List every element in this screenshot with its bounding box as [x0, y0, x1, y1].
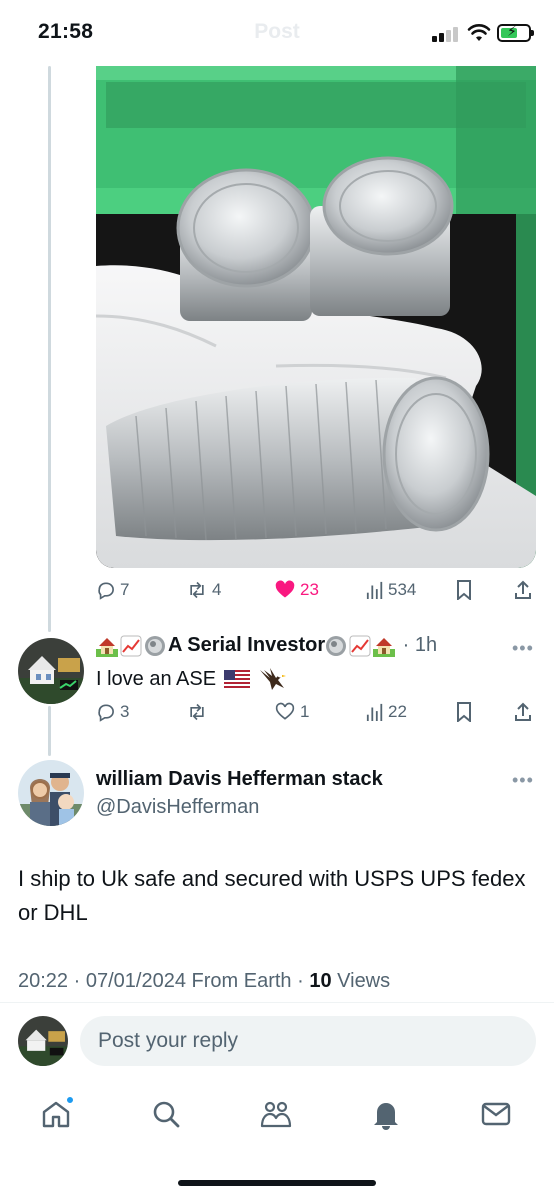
home-badge: [66, 1096, 74, 1104]
home-indicator: [178, 1180, 376, 1186]
like-count: 23: [300, 580, 319, 599]
reply-input[interactable]: [80, 1016, 536, 1066]
communities-icon: [260, 1101, 292, 1128]
reply-count: 3: [120, 702, 130, 721]
divider: [0, 1002, 554, 1003]
tab-home[interactable]: [36, 1094, 76, 1134]
views-icon: [366, 703, 383, 721]
separator-dot: ·: [397, 634, 415, 656]
tab-notifications[interactable]: [366, 1094, 406, 1134]
signal-icon: [432, 26, 460, 42]
share-button[interactable]: [514, 580, 532, 600]
battery-icon: ⚡: [497, 23, 534, 42]
bookmark-button[interactable]: [456, 580, 472, 600]
repost-icon: [190, 581, 204, 599]
reply-time[interactable]: 1h: [415, 634, 437, 657]
status-bar: 21:58 Post ⚡: [0, 0, 554, 66]
view-count: 534: [388, 580, 417, 599]
current-user-avatar[interactable]: [18, 1016, 68, 1066]
like-count: 1: [300, 702, 310, 721]
separator-dot: ·: [73, 970, 86, 992]
bookmark-icon: [457, 580, 471, 600]
like-button[interactable]: 23: [274, 580, 319, 600]
like-button[interactable]: 1: [274, 702, 309, 722]
notifications-icon: [374, 1103, 398, 1130]
house-emoji-icon: [373, 637, 396, 657]
post-meta: 20:22 · 07/01/2024 From Earth · 10 Views: [18, 970, 390, 993]
share-icon: [515, 702, 531, 721]
post-image[interactable]: [96, 66, 536, 568]
main-author-avatar[interactable]: [18, 760, 84, 826]
reply-icon: [98, 704, 114, 722]
main-author-handle[interactable]: @DavisHefferman: [96, 796, 259, 819]
tab-messages[interactable]: [476, 1094, 516, 1134]
reply-icon: [98, 582, 114, 600]
share-icon: [515, 580, 531, 599]
reply-actions: 3 1 22: [96, 702, 536, 732]
thread-line: [48, 706, 51, 756]
chart-up-emoji-icon: [120, 635, 142, 656]
us-flag-emoji: [224, 670, 251, 688]
view-count: 22: [388, 702, 407, 721]
views-count[interactable]: 10: [309, 970, 331, 992]
post-time: 20:22: [18, 970, 69, 992]
bookmark-button[interactable]: [456, 702, 472, 722]
post-location: From Earth: [191, 970, 292, 992]
views-button[interactable]: 534: [366, 580, 416, 600]
views-button[interactable]: 22: [366, 702, 407, 722]
main-more-icon[interactable]: •••: [512, 770, 534, 791]
bookmark-icon: [457, 702, 471, 722]
chart-up-emoji-icon: [349, 635, 371, 656]
eagle-emoji: [260, 668, 287, 690]
coin-emoji-icon: [326, 635, 347, 656]
repost-button[interactable]: 4: [186, 580, 221, 600]
reply-author-name[interactable]: A Serial Investor: [168, 634, 325, 657]
main-post-text: I ship to Uk safe and secured with USPS …: [18, 866, 526, 925]
wifi-icon: [467, 24, 491, 41]
reply-more-icon[interactable]: •••: [512, 638, 534, 659]
post-date: 07/01/2024: [85, 970, 186, 992]
reply-text: I love an ASE: [96, 667, 217, 690]
repost-count: 4: [212, 580, 222, 599]
search-icon: [153, 1101, 180, 1128]
views-icon: [366, 581, 383, 599]
reply-count: 7: [120, 580, 130, 599]
reply-button[interactable]: 3: [96, 702, 129, 722]
main-author-name[interactable]: william Davis Hefferman stack: [96, 768, 383, 791]
house-emoji-icon: [96, 637, 118, 657]
reply-body: I love an ASE: [96, 666, 288, 692]
heart-filled-icon: [275, 580, 295, 598]
thread-line: [48, 66, 51, 632]
tab-communities[interactable]: [256, 1094, 296, 1134]
separator-dot: ·: [297, 970, 310, 992]
reply-button[interactable]: 7: [96, 580, 129, 600]
reply-author-avatar[interactable]: [18, 638, 84, 704]
post-actions: 7 4 23 534: [96, 580, 536, 610]
repost-button[interactable]: [186, 702, 212, 722]
heart-icon: [275, 702, 295, 720]
tab-search[interactable]: [146, 1094, 186, 1134]
reply-header: A Serial Investor · 1h: [96, 634, 437, 657]
messages-icon: [481, 1102, 511, 1126]
repost-icon: [190, 703, 204, 721]
views-label: Views: [337, 970, 391, 992]
share-button[interactable]: [514, 702, 532, 722]
coin-emoji-icon: [145, 635, 165, 656]
coins-photo: [96, 66, 536, 568]
